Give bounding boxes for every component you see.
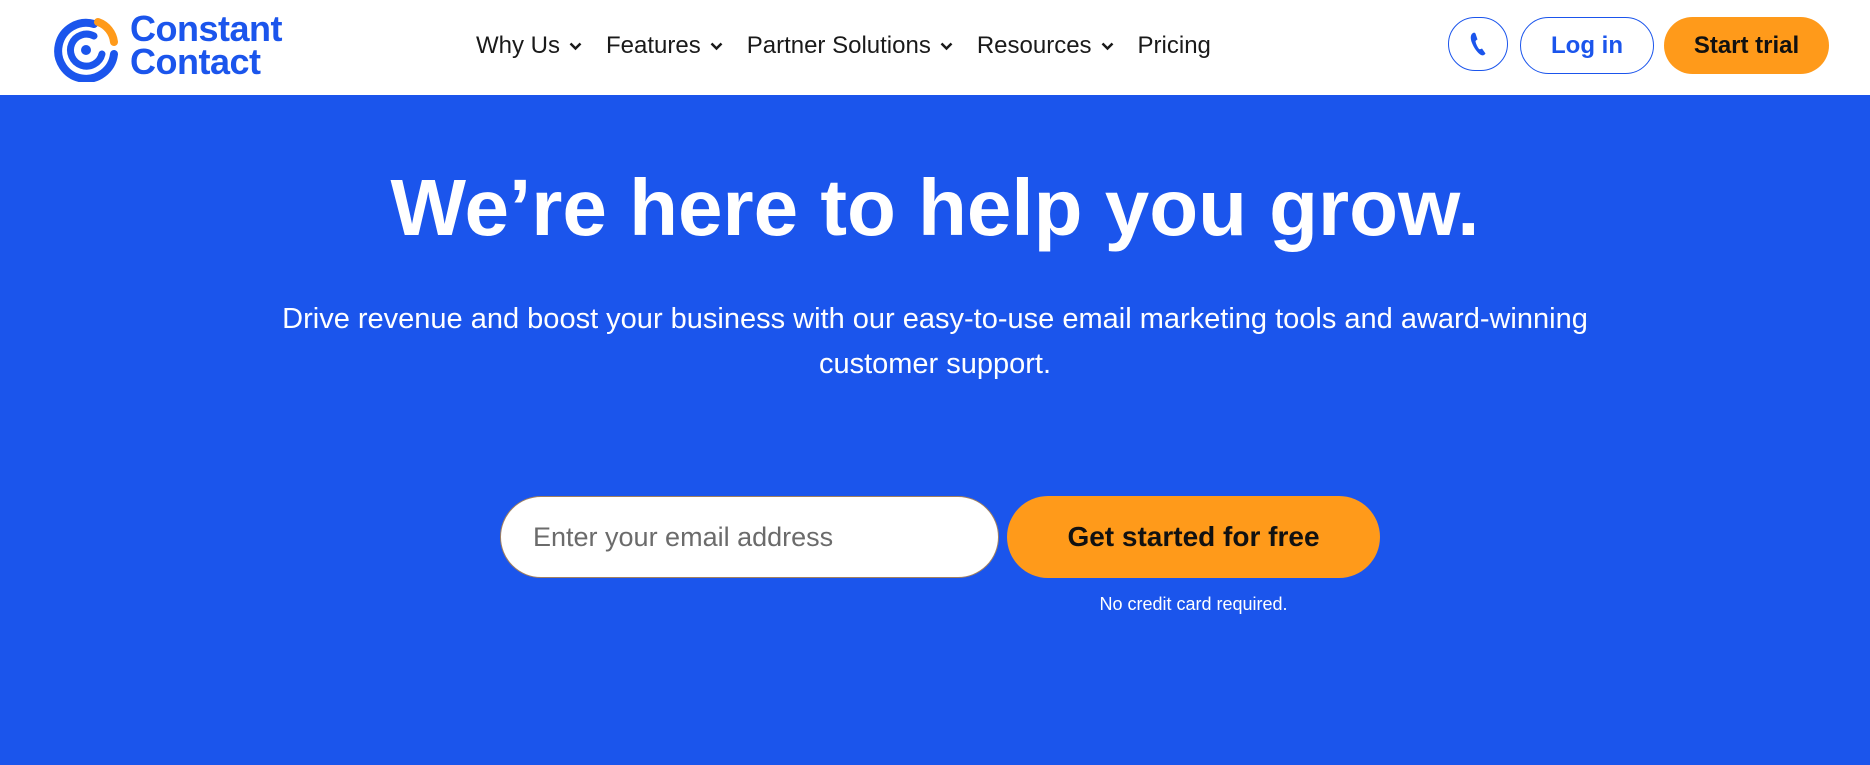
main-nav: Why Us Features Partner Solutions Resour… [476,28,1235,64]
hero-subheadline: Drive revenue and boost your business wi… [282,303,1588,380]
nav-pricing[interactable]: Pricing [1138,28,1211,64]
nav-partner-solutions-label: Partner Solutions [746,32,931,59]
phone-button[interactable] [1448,17,1508,71]
no-credit-card-note: No credit card required. [1099,594,1288,614]
site-header: Constant Contact Why Us Features Partner… [0,0,1870,95]
nav-why-us-label: Why Us [476,32,560,59]
email-input[interactable] [500,496,999,578]
nav-resources-label: Resources [976,32,1092,59]
brand-name-line2: Contact [130,41,261,82]
login-button[interactable]: Log in [1520,17,1654,74]
chevron-down-icon [940,42,953,50]
chevron-down-icon [569,42,582,50]
brand-logo[interactable]: Constant Contact [52,11,312,82]
chevron-down-icon [1101,42,1113,50]
nav-partner-solutions[interactable]: Partner Solutions [747,28,953,64]
brand-name: Constant Contact [130,11,283,82]
get-started-button[interactable]: Get started for free [1007,496,1380,578]
hero-headline: We’re here to help you grow. [390,163,1480,252]
nav-why-us[interactable]: Why Us [476,28,582,64]
chevron-down-icon [710,42,723,50]
brand-logo-icon [54,18,118,82]
start-trial-button[interactable]: Start trial [1664,17,1829,74]
phone-icon [1470,32,1486,56]
nav-resources[interactable]: Resources [977,28,1114,64]
nav-features-label: Features [606,32,701,59]
nav-features[interactable]: Features [606,28,723,64]
nav-pricing-label: Pricing [1137,32,1211,59]
